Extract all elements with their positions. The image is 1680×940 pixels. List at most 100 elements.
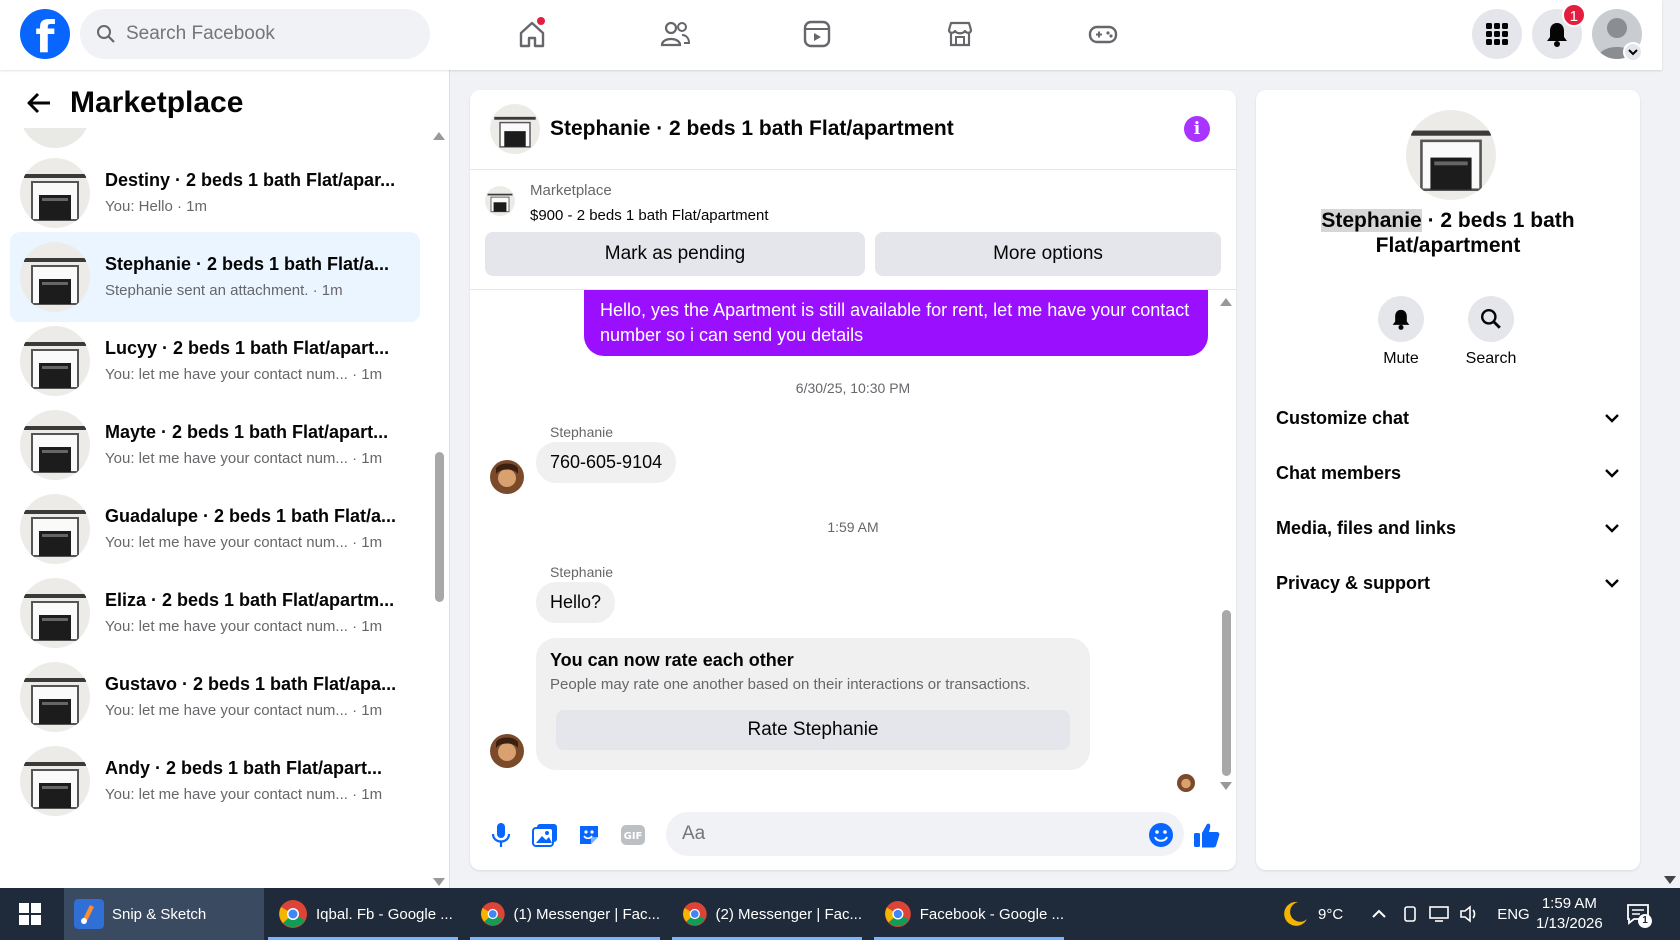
scroll-down-arrow[interactable] [433,878,445,886]
conversation-item[interactable]: Eliza · 2 beds 1 bath Flat/apartm... You:… [10,568,420,658]
timestamp: 1:59 AM [827,519,879,535]
video-icon [803,20,831,48]
notifications-button[interactable]: 1 [1532,3,1586,59]
media-files-links-section[interactable]: Media, files and links [1276,508,1620,548]
search-in-conversation-button[interactable]: Search [1446,296,1536,368]
system-clock[interactable]: 1:59 AM 1/13/2026 [1536,894,1603,934]
section-label: Chat members [1276,462,1402,483]
friends-tab[interactable] [655,14,695,54]
sticker-icon [580,826,598,844]
page-scroll-down-arrow[interactable] [1664,876,1676,884]
emoji-button[interactable] [1146,820,1176,850]
taskbar-app-chrome-2[interactable]: (1) Messenger | Fac... [470,888,660,940]
notification-badge: 1 [1561,3,1586,27]
gaming-tab[interactable] [1083,14,1123,54]
home-notification-dot [536,16,546,26]
mute-button[interactable]: Mute [1356,296,1446,368]
chat-avatar[interactable] [490,104,540,154]
taskbar-app-snip-sketch[interactable]: Snip & Sketch [64,888,264,940]
back-button[interactable] [22,86,56,120]
rate-user-button[interactable]: Rate Stephanie [556,710,1070,750]
search-input[interactable] [126,23,406,45]
top-navigation-bar: f 1 [0,0,1662,70]
gif-button[interactable]: GIF [618,820,648,850]
clock-date: 1/13/2026 [1536,915,1603,932]
conversation-thumbnail [20,746,90,816]
gif-icon: GIF [621,825,645,845]
action-center-button[interactable]: 1 [1626,902,1652,928]
attach-media-button[interactable] [530,820,560,850]
taskbar-app-chrome-1[interactable]: Iqbal. Fb - Google ... [268,888,458,940]
sender-avatar[interactable] [490,460,524,494]
search-icon [97,25,115,43]
mute-label: Mute [1383,350,1419,367]
messages-scrollbar-thumb[interactable] [1222,610,1231,776]
taskbar-app-chrome-3[interactable]: (2) Messenger | Fac... [672,888,862,940]
account-chevron-button[interactable] [1623,42,1643,62]
conversation-item[interactable]: Stephanie · 2 beds 1 bath Flat/a... Steph… [10,232,420,322]
scroll-up-arrow[interactable] [433,132,445,140]
conversation-item[interactable]: Destiny · 2 beds 1 bath Flat/apar... You:… [10,148,420,238]
like-button[interactable] [1192,820,1222,850]
search-label: Search [1465,350,1517,367]
conversation-preview: Stephanie sent an attachment. · 1m [105,282,343,299]
conversation-item[interactable]: Lucyy · 2 beds 1 bath Flat/apart... You: … [10,316,420,406]
svg-text:GIF: GIF [624,831,643,842]
scroll-up-arrow[interactable] [1220,298,1232,306]
highlighted-name: Stephanie [1321,209,1422,232]
home-tab[interactable] [512,14,552,54]
listing-banner: Marketplace $900 - 2 beds 1 bath Flat/ap… [470,170,1236,290]
conversation-preview: You: let me have your contact num... · 1… [105,366,383,383]
info-button[interactable]: i [1184,116,1210,142]
sidebar-scrollbar-thumb[interactable] [435,452,444,602]
conversation-item[interactable]: Guadalupe · 2 beds 1 bath Flat/a... You: … [10,484,420,574]
section-label: Customize chat [1276,407,1410,428]
taskbar-app-chrome-4[interactable]: Facebook - Google ... [874,888,1064,940]
conversation-item[interactable]: Gustavo · 2 beds 1 bath Flat/apa... You: … [10,652,420,742]
input-language[interactable]: ENG [1497,906,1530,923]
timestamp: 6/30/25, 10:30 PM [795,380,911,396]
weather-temperature[interactable]: 9°C [1318,906,1343,923]
chat-members-section[interactable]: Chat members [1276,453,1620,493]
conversation-item[interactable]: Andy · 2 beds 1 bath Flat/apart... You: l… [10,736,420,826]
chevron-down-icon [1628,49,1638,56]
conversation-avatar[interactable] [1406,110,1496,200]
conversation-item[interactable]: Mayte · 2 beds 1 bath Flat/apart... You: … [10,400,420,490]
conversation-thumbnail [20,158,90,228]
chrome-icon [480,902,505,926]
device-icon[interactable] [1401,905,1419,923]
received-message-bubble[interactable]: Hello? [536,582,616,623]
search-box[interactable] [80,9,430,59]
listing-thumbnail[interactable] [485,186,515,216]
network-icon[interactable] [1429,905,1449,923]
listing-label: Marketplace [530,182,612,199]
conversation-list[interactable]: Destiny · 2 beds 1 bath Flat/apar... You:… [0,128,434,884]
scroll-down-arrow[interactable] [1220,782,1232,790]
mark-as-pending-button[interactable]: Mark as pending [485,232,865,276]
voice-clip-button[interactable] [486,820,516,850]
chrome-icon [279,900,307,928]
more-options-button[interactable]: More options [875,232,1221,276]
facebook-logo[interactable]: f [20,9,70,59]
chevron-up-icon[interactable] [1371,909,1387,919]
customize-chat-section[interactable]: Customize chat [1276,398,1620,438]
message-input[interactable] [666,812,1184,856]
sent-message-bubble[interactable]: Hello, yes the Apartment is still availa… [584,290,1208,356]
sticker-button[interactable] [574,820,604,850]
conversation-title: Eliza · 2 beds 1 bath Flat/apartm... [105,590,395,610]
sender-name: Stephanie [550,564,614,580]
marketplace-tab[interactable] [940,14,980,54]
privacy-support-section[interactable]: Privacy & support [1276,563,1620,603]
bell-icon [1547,23,1567,47]
moon-weather-icon[interactable] [1280,899,1310,929]
menu-button[interactable] [1472,9,1522,59]
start-button[interactable] [0,888,60,940]
sender-avatar[interactable] [490,734,524,768]
received-message-bubble[interactable]: 760-605-9104 [536,442,677,483]
speaker-icon[interactable] [1459,905,1479,923]
chat-title[interactable]: Stephanie · 2 beds 1 bath Flat/apartment [550,117,954,141]
conversation-preview: You: let me have your contact num... · 1… [105,786,383,803]
conversation-title: Gustavo · 2 beds 1 bath Flat/apa... [105,674,397,694]
video-tab[interactable] [797,14,837,54]
listing-description[interactable]: $900 - 2 beds 1 bath Flat/apartment [530,207,768,224]
